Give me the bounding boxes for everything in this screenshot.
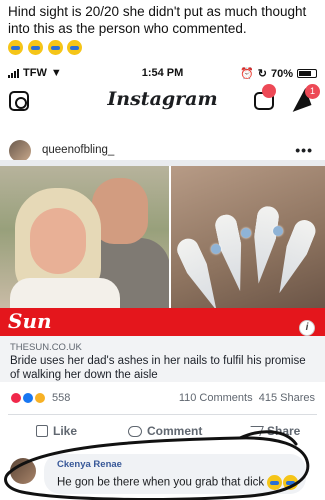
haha-reaction-icon (34, 392, 46, 404)
action-bar: Like Comment Share (0, 420, 325, 444)
comment-label: Comment (147, 424, 203, 438)
like-label: Like (53, 424, 78, 438)
like-button[interactable]: Like (36, 424, 77, 438)
caption-emojis (8, 38, 320, 56)
comment-button[interactable]: Comment (128, 424, 202, 438)
nail-gem (273, 226, 283, 236)
post-caption: Hind sight is 20/20 she didn't put as mu… (8, 3, 320, 56)
comment-text: He gon be there when you grab that dick (57, 475, 299, 490)
link-preview[interactable]: THESUN.CO.UK Bride uses her dad's ashes … (0, 336, 325, 382)
like-reaction-icon (22, 392, 34, 404)
direct-badge: 1 (305, 84, 320, 99)
link-headline: Bride uses her dad's ashes in her nails … (10, 355, 306, 381)
laughing-crying-emoji-icon (8, 39, 23, 55)
battery-percent: 70% (270, 67, 293, 80)
comment-bubble-icon (128, 425, 142, 437)
caption-text: Hind sight is 20/20 she didn't put as mu… (8, 4, 307, 36)
laughing-crying-emoji-icon (283, 475, 299, 490)
nail-gem (241, 228, 251, 238)
share-label: Share (267, 424, 301, 438)
more-options-icon[interactable]: ••• (295, 142, 313, 158)
status-right: ⏰ ↻ 70% (240, 67, 317, 80)
comments-count[interactable]: 110 Comments (179, 392, 253, 404)
rotation-lock-icon: ↻ (257, 68, 267, 80)
reactions-count: 558 (52, 392, 71, 404)
share-button[interactable]: Share (247, 424, 301, 438)
wedding-couple-photo (0, 166, 169, 308)
battery-icon (297, 69, 317, 78)
engagement-stats: 558 110 Comments 415 Shares (0, 390, 325, 408)
nails-photo (171, 166, 325, 308)
nail-gem (211, 244, 221, 254)
instagram-header: Instagram 1 (0, 84, 325, 118)
laughing-crying-emoji-icon (27, 39, 43, 55)
bride-dress (10, 278, 120, 308)
thumbs-up-icon (36, 425, 48, 437)
reactions-summary[interactable]: 558 (10, 392, 70, 404)
alarm-icon: ⏰ (240, 68, 254, 80)
publisher-banner[interactable]: Sun i (0, 308, 325, 336)
publisher-logo: Sun (8, 309, 52, 333)
comment-author[interactable]: Ckenya Renae (57, 459, 122, 470)
divider (8, 414, 317, 415)
shares-count[interactable]: 415 Shares (259, 392, 315, 404)
commenter-avatar[interactable] (10, 458, 36, 484)
comment-body: He gon be there when you grab that dick (57, 476, 265, 489)
username[interactable]: queenofbling_ (42, 144, 114, 156)
laughing-crying-emoji-icon (47, 39, 63, 55)
love-reaction-icon (10, 392, 22, 404)
igtv-notification-dot (262, 84, 276, 98)
post-header: queenofbling_ ••• (0, 140, 325, 162)
comment-bubble[interactable]: Ckenya Renae He gon be there when you gr… (44, 454, 306, 494)
laughing-crying-emoji-icon (67, 39, 83, 55)
status-bar: TFW ▼ 1:54 PM ⏰ ↻ 70% (0, 64, 325, 82)
counts: 110 Comments 415 Shares (179, 392, 315, 404)
nail (248, 205, 281, 285)
bride-face (30, 208, 86, 274)
instagram-logo: Instagram (107, 88, 218, 110)
avatar[interactable] (9, 140, 31, 162)
post-images[interactable] (0, 166, 325, 308)
info-icon[interactable]: i (299, 320, 315, 336)
laughing-crying-emoji-icon (267, 475, 283, 490)
link-domain: THESUN.CO.UK (10, 342, 82, 353)
comment-item: Ckenya Renae He gon be there when you gr… (0, 452, 325, 500)
share-arrow-icon (247, 426, 264, 436)
